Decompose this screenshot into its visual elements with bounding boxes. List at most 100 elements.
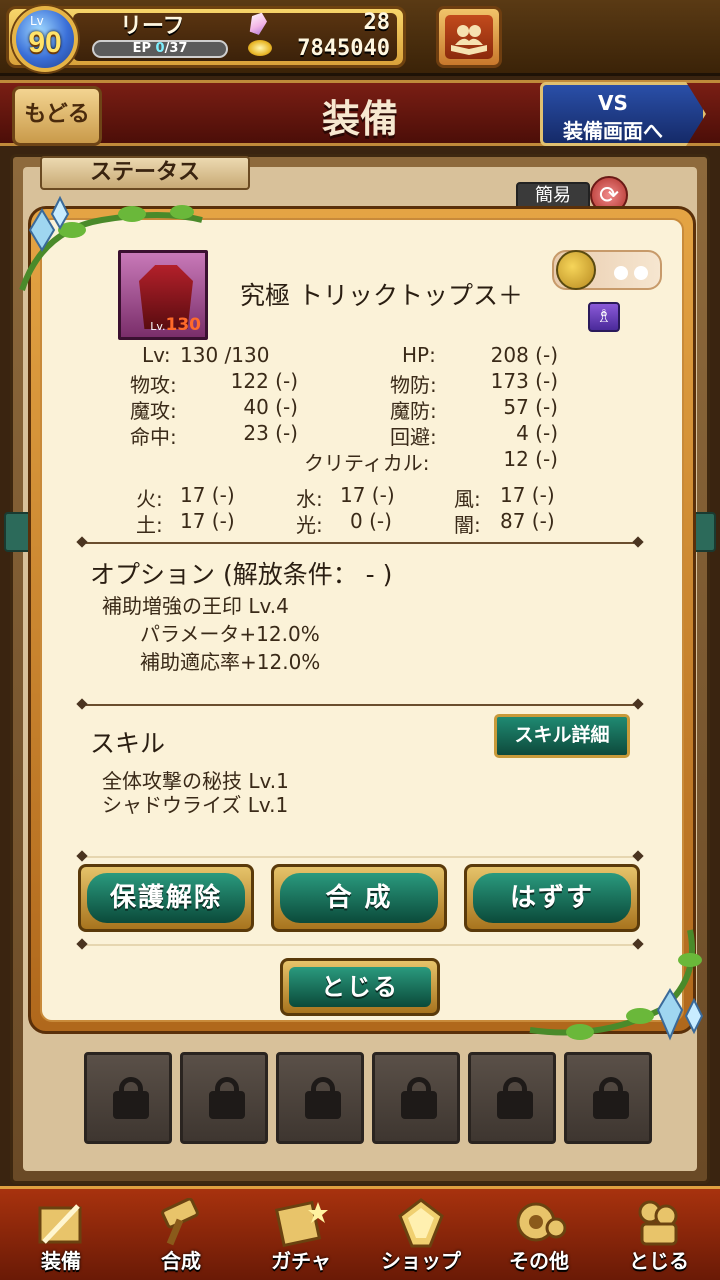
gold-count: 7845040 bbox=[297, 36, 390, 61]
coin-stack-icon bbox=[638, 1200, 678, 1246]
nav-item-shop[interactable]: ショップ bbox=[366, 1190, 476, 1278]
thumb-level: 130 bbox=[165, 315, 202, 335]
close-modal-button[interactable]: とじる bbox=[280, 958, 440, 1016]
section-divider bbox=[86, 704, 634, 706]
option-line: 補助増強の王印 Lv.4 bbox=[102, 594, 289, 618]
element-label: 光: bbox=[296, 513, 323, 537]
nav-item-close[interactable]: とじる bbox=[604, 1190, 714, 1278]
pet-badge[interactable] bbox=[552, 250, 662, 290]
ep-max: /37 bbox=[164, 41, 188, 56]
element-label: 風: bbox=[454, 487, 481, 511]
section-divider bbox=[86, 542, 634, 544]
close-label: とじる bbox=[289, 967, 431, 1007]
element-value: 17 (-) bbox=[500, 483, 555, 507]
book-icon bbox=[451, 25, 487, 55]
ep-label: EP bbox=[132, 41, 151, 56]
stat-label: HP: bbox=[402, 343, 436, 367]
nav-item-other[interactable]: その他 bbox=[484, 1190, 594, 1278]
player-name: リーフ bbox=[120, 14, 185, 39]
stat-label: Lv: bbox=[142, 343, 171, 367]
element-label: 火: bbox=[136, 487, 163, 511]
locked-slot[interactable] bbox=[468, 1052, 556, 1144]
crystal-count: 28 bbox=[363, 10, 391, 35]
stat-value: 4 (-) bbox=[516, 421, 558, 445]
status-tab[interactable]: ステータス bbox=[40, 156, 250, 190]
locked-slot[interactable] bbox=[84, 1052, 172, 1144]
pet-face-icon bbox=[556, 250, 596, 290]
section-divider bbox=[86, 944, 634, 946]
item-name: 究極 トリックトップス＋ bbox=[240, 281, 523, 310]
nav-item-gacha[interactable]: ガチャ bbox=[246, 1190, 356, 1278]
stat-value: 130 /130 bbox=[180, 343, 270, 367]
element-value: 17 (-) bbox=[180, 509, 235, 533]
guild-book-button[interactable] bbox=[436, 6, 502, 68]
skill-detail-button[interactable]: スキル詳細 bbox=[494, 714, 630, 758]
ep-current: 0 bbox=[155, 41, 165, 56]
section-divider bbox=[86, 856, 634, 858]
level-badge: Lv 90 bbox=[12, 6, 78, 72]
ep-bar: EP 0/37 bbox=[92, 40, 228, 58]
vs-subtitle: 装備画面へ bbox=[563, 119, 663, 143]
stat-value: 57 (-) bbox=[503, 395, 558, 419]
thumb-level-caption: Lv. bbox=[150, 320, 166, 333]
nav-label: ガチャ bbox=[271, 1249, 331, 1273]
stat-label: 魔攻: bbox=[130, 399, 177, 423]
nav-label: ショップ bbox=[381, 1249, 461, 1273]
remove-label: はずす bbox=[473, 873, 631, 923]
armor-type-icon: ♗ bbox=[588, 302, 620, 332]
hammer-icon bbox=[161, 1198, 199, 1246]
locked-slot[interactable] bbox=[372, 1052, 460, 1144]
back-button[interactable]: もどる bbox=[12, 86, 102, 146]
stat-label: 回避: bbox=[390, 425, 437, 449]
element-label: 土: bbox=[136, 513, 163, 537]
synthesize-button[interactable]: 合 成 bbox=[271, 864, 447, 932]
element-label: 水: bbox=[296, 487, 323, 511]
element-label: 闇: bbox=[454, 513, 481, 537]
item-thumbnail: Lv.130 bbox=[118, 250, 208, 340]
vs-label: VS bbox=[598, 91, 628, 115]
sword-icon bbox=[38, 1204, 82, 1244]
element-value: 17 (-) bbox=[180, 483, 235, 507]
nav-item-synthesize[interactable]: 合成 bbox=[126, 1190, 236, 1278]
skills-title: スキル bbox=[90, 729, 166, 758]
element-value: 87 (-) bbox=[500, 509, 555, 533]
locked-slots-row bbox=[84, 1052, 674, 1152]
vs-equipment-button[interactable]: VS 装備画面へ bbox=[540, 82, 706, 146]
stat-label: クリティカル: bbox=[304, 451, 430, 475]
nav-label: その他 bbox=[509, 1249, 569, 1273]
options-title: オプション (解放条件： - ) bbox=[90, 560, 393, 589]
stat-value: 40 (-) bbox=[243, 395, 298, 419]
nav-label: 装備 bbox=[41, 1249, 81, 1273]
option-line: 補助適応率+12.0% bbox=[140, 650, 321, 674]
vine-decoration bbox=[529, 929, 704, 1041]
nav-label: 合成 bbox=[161, 1249, 201, 1273]
player-level: 90 bbox=[28, 26, 62, 59]
locked-slot[interactable] bbox=[180, 1052, 268, 1144]
option-line: パラメータ+12.0% bbox=[140, 622, 320, 646]
stat-value: 23 (-) bbox=[243, 421, 298, 445]
stat-value: 173 (-) bbox=[490, 369, 558, 393]
shop-gem-icon bbox=[398, 1198, 444, 1248]
stat-label: 物防: bbox=[390, 373, 437, 397]
gacha-ticket-icon bbox=[274, 1200, 328, 1248]
nav-item-equipment[interactable]: 装備 bbox=[6, 1190, 116, 1278]
skill-line: シャドウライズ Lv.1 bbox=[102, 793, 289, 817]
unprotect-label: 保護解除 bbox=[87, 873, 245, 923]
gear-icon bbox=[516, 1202, 566, 1242]
locked-slot[interactable] bbox=[564, 1052, 652, 1144]
synthesize-label: 合 成 bbox=[280, 873, 438, 923]
stat-label: 命中: bbox=[130, 425, 177, 449]
stat-value: 122 (-) bbox=[230, 369, 298, 393]
stat-label: 物攻: bbox=[130, 373, 177, 397]
stat-value: 208 (-) bbox=[490, 343, 558, 367]
stat-label: 魔防: bbox=[390, 399, 437, 423]
remove-button[interactable]: はずす bbox=[464, 864, 640, 932]
element-value: 17 (-) bbox=[340, 483, 395, 507]
page-title: 装備 bbox=[321, 96, 398, 141]
locked-slot[interactable] bbox=[276, 1052, 364, 1144]
nav-label: とじる bbox=[629, 1249, 689, 1273]
stat-value: 12 (-) bbox=[503, 447, 558, 471]
gold-coin-icon bbox=[248, 40, 272, 56]
unprotect-button[interactable]: 保護解除 bbox=[78, 864, 254, 932]
element-value: 0 (-) bbox=[350, 509, 392, 533]
